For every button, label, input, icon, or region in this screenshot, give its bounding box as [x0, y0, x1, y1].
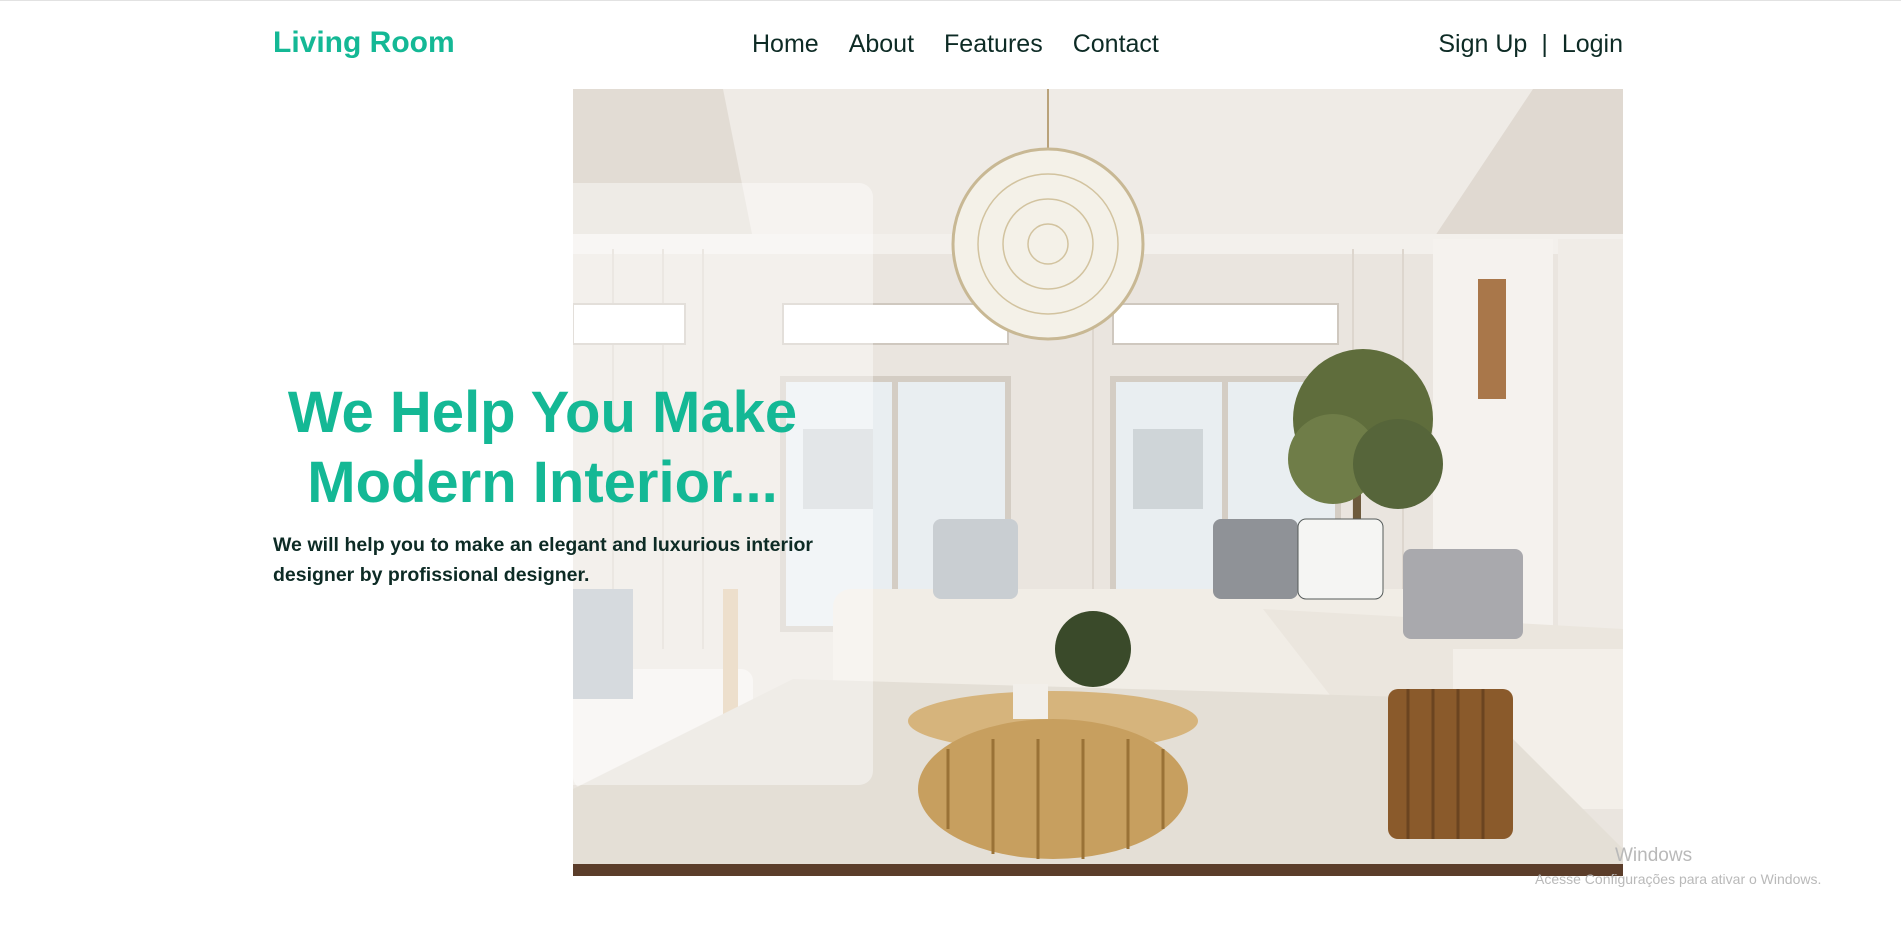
top-divider	[0, 0, 1901, 1]
windows-activation-watermark: Windows Acesse Configurações para ativar…	[1535, 845, 1821, 887]
watermark-title: Windows	[1615, 845, 1693, 866]
nav-contact[interactable]: Contact	[1073, 30, 1159, 59]
nav-home[interactable]: Home	[752, 30, 819, 59]
main-nav: Home About Features Contact	[752, 30, 1159, 59]
hero-subtext: We will help you to make an elegant and …	[273, 534, 813, 586]
nav-features[interactable]: Features	[944, 30, 1043, 59]
nav-about[interactable]: About	[849, 30, 914, 59]
logo[interactable]: Living Room	[273, 26, 455, 60]
landing-page: Living Room Home About Features Contact …	[0, 0, 1901, 938]
sign-up-link[interactable]: Sign Up	[1438, 30, 1527, 59]
auth-links: Sign Up | Login	[1438, 30, 1623, 59]
headline-line-2: Modern Interior...	[307, 450, 778, 515]
headline-line-1: We Help You Make	[287, 380, 798, 445]
watermark-message: Acesse Configurações para ativar o Windo…	[1535, 871, 1822, 887]
hero-headline: We Help You Make Modern Interior...	[270, 378, 815, 518]
auth-separator: |	[1541, 30, 1548, 58]
login-link[interactable]: Login	[1562, 30, 1623, 59]
